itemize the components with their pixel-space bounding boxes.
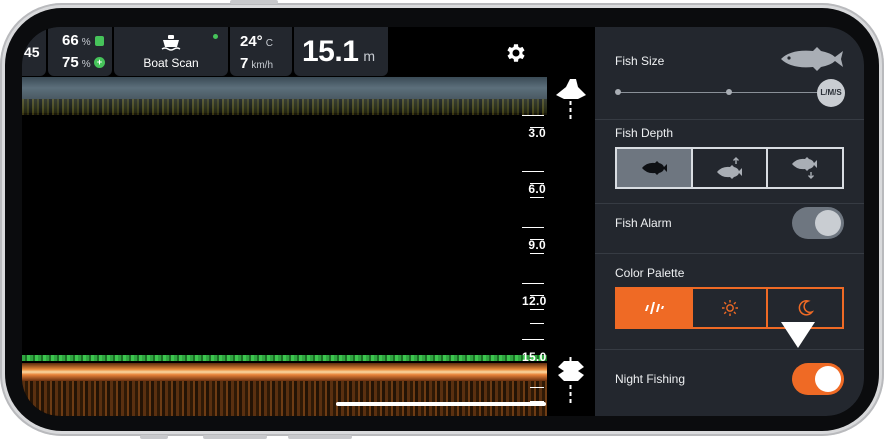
depth-unit: m [363,48,376,64]
boat-icon [161,35,181,51]
surface-marker-icon[interactable] [552,75,590,128]
temp-speed-tile: 24° C 7 km/h [230,27,292,76]
toggle-knob [815,210,841,236]
side-button [140,435,168,439]
depth-label: 6.0 [528,182,546,196]
fish-alarm-toggle[interactable] [792,207,844,239]
fish-size-stop[interactable] [615,89,621,95]
palette-option-day[interactable] [693,289,769,327]
temperature: 24° C [240,33,273,51]
side-button [288,435,352,439]
depth-tile: 15.1 m [294,27,388,76]
color-palette-label: Color Palette [615,266,685,280]
sun-icon [721,300,738,316]
depth-label: 3.0 [528,126,546,140]
side-button [230,0,278,4]
speed: 7 km/h [240,55,273,73]
bottom-return-edge [22,355,547,361]
speed-value: 7 [240,55,249,72]
phone-battery: 66% [62,32,91,50]
mode-label: Boat Scan [143,56,199,70]
fish-size-knob[interactable]: L/M/S [817,79,845,107]
depth-readout: 15.1 m [302,35,375,69]
status-tile-partial: 45 [22,27,46,76]
home-indicator[interactable] [336,402,546,406]
pointer-arrow-icon [781,322,815,348]
large-fish-icon [781,47,843,71]
device-battery-icon: + [94,57,105,68]
fish-depth-up-icon [716,157,742,179]
divider [595,253,864,254]
fish-size-stop[interactable] [726,89,732,95]
fish-depth-down-icon [792,157,818,179]
depth-label: 12.0 [522,294,547,308]
fish-depth-option-down[interactable] [768,149,842,187]
connection-dot [213,34,218,39]
fish-icon [641,161,667,175]
partial-value: 45 [24,44,40,60]
sonar-view[interactable]: 3.0 6.0 9.0 12.0 15.0 [22,27,547,416]
device-battery-value: 75 [62,54,79,71]
moon-icon [798,300,815,316]
night-fishing-toggle[interactable] [792,363,844,395]
battery-tile: 66% 75% + [48,27,112,76]
palette-option-default[interactable] [617,289,693,327]
device-battery: 75% [62,54,91,72]
divider [595,349,864,350]
surface-clutter-grain [22,99,547,115]
settings-panel: Fish Size L/M/S Fish Depth Fish Alarm Co… [595,27,864,416]
depth-label: 15.0 [522,350,547,364]
mode-tile[interactable]: Boat Scan [114,27,228,76]
phone-battery-icon [95,36,104,46]
fish-depth-option-up[interactable] [693,149,769,187]
bottom-return [22,363,547,381]
bottom-marker-icon[interactable] [552,357,590,416]
fish-size-label: Fish Size [615,54,665,68]
bottom-substrate [22,381,547,416]
temperature-value: 24° [240,33,263,50]
fish-size-track[interactable] [617,92,833,93]
brand-logo-icon [644,302,664,314]
phone-frame: 3.0 6.0 9.0 12.0 15.0 45 66 % 75 % + Boa… [0,0,884,439]
side-button [203,435,267,439]
device-battery-unit: % [81,59,91,70]
fish-depth-segmented [615,147,844,189]
temperature-unit: C [265,38,273,49]
toggle-knob [815,366,841,392]
depth-value: 15.1 [302,35,359,68]
divider [595,119,864,120]
divider [595,203,864,204]
phone-battery-value: 66 [62,32,79,49]
screen: 3.0 6.0 9.0 12.0 15.0 45 66 % 75 % + Boa… [22,27,864,416]
depth-label: 9.0 [528,238,546,252]
fish-depth-option-fish[interactable] [617,149,693,187]
phone-battery-unit: % [81,37,91,48]
speed-unit: km/h [251,60,274,71]
gear-icon[interactable] [504,41,528,65]
fish-alarm-label: Fish Alarm [615,216,672,230]
night-fishing-label: Night Fishing [615,372,686,386]
fish-depth-label: Fish Depth [615,126,674,140]
